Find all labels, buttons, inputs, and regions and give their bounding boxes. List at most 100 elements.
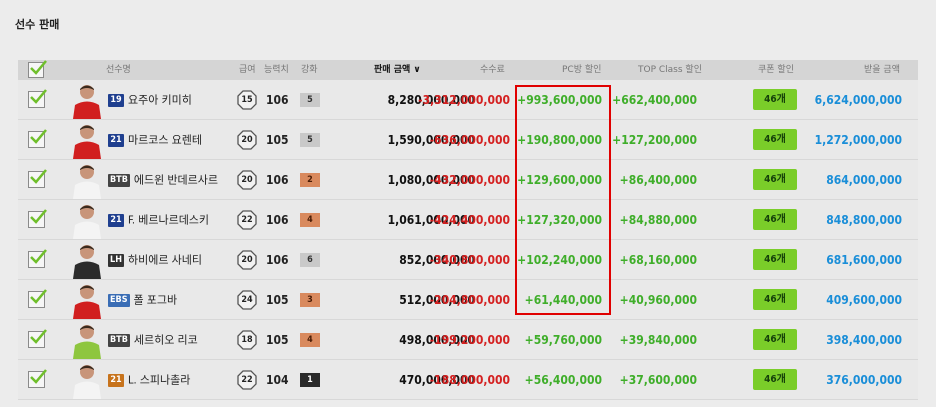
row-checkbox[interactable] <box>28 129 47 148</box>
table-row[interactable]: BTB 세르히오 리코 18 105 4 498,000,000 -199,200… <box>18 320 918 360</box>
coupon-button[interactable]: 46개 <box>753 289 797 310</box>
coupon-button[interactable]: 46개 <box>753 329 797 350</box>
coupon-button[interactable]: 46개 <box>753 169 797 190</box>
row-checkbox[interactable] <box>28 329 47 348</box>
player-name-cell[interactable]: BTB 세르히오 리코 <box>108 320 198 360</box>
player-name-cell[interactable]: 19 요주아 키미히 <box>108 80 192 120</box>
grade-value: 15 <box>241 95 253 105</box>
check-icon <box>30 209 47 224</box>
page-title: 선수 판매 <box>15 18 60 31</box>
table-row[interactable]: 21 F. 베르나르데스키 22 106 4 1,061,000,000 -424… <box>18 200 918 240</box>
grade-value: 22 <box>241 215 253 225</box>
check-icon <box>30 89 47 104</box>
row-checkbox[interactable] <box>28 209 47 228</box>
coupon-button[interactable]: 46개 <box>753 129 797 150</box>
player-name-cell[interactable]: LH 하비에르 사네티 <box>108 240 202 280</box>
table-body: 19 요주아 키미히 15 106 5 8,280,000,000 -3,312,… <box>18 80 918 400</box>
grade-value: 20 <box>241 135 253 145</box>
table-row[interactable]: 19 요주아 키미히 15 106 5 8,280,000,000 -3,312,… <box>18 80 918 120</box>
enhance-badge: 1 <box>300 373 320 387</box>
grade-badge: 18 <box>237 330 257 350</box>
table-row[interactable]: BTB 에드윈 반데르사르 20 106 2 1,080,000,000 -432… <box>18 160 918 200</box>
table-row[interactable]: 21 L. 스피나촐라 22 104 1 470,000,000 -188,000… <box>18 360 918 400</box>
season-badge: 21 <box>108 134 124 147</box>
player-portrait <box>70 241 104 279</box>
player-name: 폴 포그바 <box>133 293 178 307</box>
grade-badge: 22 <box>237 210 257 230</box>
header-fee: 수수료 <box>480 65 505 75</box>
fee-value: -3,312,000,000 <box>418 93 510 107</box>
season-badge: BTB <box>108 174 130 187</box>
top-class-value: +68,160,000 <box>619 253 697 267</box>
receive-amount: 848,800,000 <box>826 213 902 227</box>
header-name: 선수명 <box>106 65 131 75</box>
chevron-down-icon: ∨ <box>410 65 421 75</box>
player-name-cell[interactable]: 21 마르코스 요렌테 <box>108 120 202 160</box>
table-row[interactable]: LH 하비에르 사네티 20 106 6 852,000,000 -340,800… <box>18 240 918 280</box>
row-checkbox[interactable] <box>28 369 47 388</box>
grade-value: 18 <box>241 335 253 345</box>
ovr-value: 106 <box>266 253 289 267</box>
grade-value: 20 <box>241 175 253 185</box>
header-top-class: TOP Class 할인 <box>638 65 702 75</box>
check-icon <box>30 169 47 184</box>
fee-value: -424,400,000 <box>429 213 510 227</box>
coupon-button[interactable]: 46개 <box>753 369 797 390</box>
fee-value: -199,200,000 <box>429 333 510 347</box>
fee-value: -188,000,000 <box>429 373 510 387</box>
ovr-value: 105 <box>266 293 289 307</box>
player-portrait <box>70 281 104 319</box>
receive-amount: 1,272,000,000 <box>814 133 902 147</box>
pc-discount-value: +129,600,000 <box>517 173 602 187</box>
enhance-badge: 2 <box>300 173 320 187</box>
player-name-cell[interactable]: 21 F. 베르나르데스키 <box>108 200 209 240</box>
table-row[interactable]: 21 마르코스 요렌테 20 105 5 1,590,000,000 -636,0… <box>18 120 918 160</box>
player-name: 마르코스 요렌테 <box>128 133 202 147</box>
season-badge: 21 <box>108 214 124 227</box>
sell-table: 선수명 급여 능력치 강화 판매 금액 ∨ 수수료 PC방 할인 TOP Cla… <box>18 60 918 400</box>
receive-amount: 6,624,000,000 <box>814 93 902 107</box>
player-name-cell[interactable]: EBS 폴 포그바 <box>108 280 177 320</box>
receive-amount: 864,000,000 <box>826 173 902 187</box>
top-class-value: +127,200,000 <box>612 133 697 147</box>
coupon-button[interactable]: 46개 <box>753 249 797 270</box>
row-checkbox[interactable] <box>28 89 47 108</box>
grade-badge: 15 <box>237 90 257 110</box>
header-price: 판매 금액 <box>374 65 411 75</box>
table-row[interactable]: EBS 폴 포그바 24 105 3 512,000,000 -204,800,0… <box>18 280 918 320</box>
player-portrait <box>70 121 104 159</box>
player-name: L. 스피나촐라 <box>128 373 191 387</box>
ovr-value: 106 <box>266 173 289 187</box>
player-portrait <box>70 201 104 239</box>
season-badge: EBS <box>108 294 130 307</box>
row-checkbox[interactable] <box>28 249 47 268</box>
check-icon <box>30 369 47 384</box>
receive-amount: 409,600,000 <box>826 293 902 307</box>
header-ovr: 능력치 <box>264 65 289 75</box>
top-class-value: +662,400,000 <box>612 93 697 107</box>
row-checkbox[interactable] <box>28 289 47 308</box>
header-price-sort[interactable]: 판매 금액 ∨ <box>374 60 421 80</box>
row-checkbox[interactable] <box>28 169 47 188</box>
season-badge: BTB <box>108 334 130 347</box>
ovr-value: 106 <box>266 213 289 227</box>
pc-discount-value: +61,440,000 <box>524 293 602 307</box>
table-header: 선수명 급여 능력치 강화 판매 금액 ∨ 수수료 PC방 할인 TOP Cla… <box>18 60 918 80</box>
pc-discount-value: +59,760,000 <box>524 333 602 347</box>
enhance-badge: 4 <box>300 333 320 347</box>
season-badge: 21 <box>108 374 124 387</box>
top-class-value: +84,880,000 <box>619 213 697 227</box>
pc-discount-value: +127,320,000 <box>517 213 602 227</box>
grade-badge: 20 <box>237 170 257 190</box>
receive-amount: 681,600,000 <box>826 253 902 267</box>
select-all-checkbox[interactable] <box>28 60 47 78</box>
coupon-button[interactable]: 46개 <box>753 89 797 110</box>
fee-value: -432,000,000 <box>429 173 510 187</box>
enhance-badge: 5 <box>300 133 320 147</box>
fee-value: -204,800,000 <box>429 293 510 307</box>
player-name-cell[interactable]: 21 L. 스피나촐라 <box>108 360 190 400</box>
header-receive: 받을 금액 <box>864 65 900 75</box>
coupon-button[interactable]: 46개 <box>753 209 797 230</box>
check-icon <box>30 289 47 304</box>
player-name-cell[interactable]: BTB 에드윈 반데르사르 <box>108 160 218 200</box>
